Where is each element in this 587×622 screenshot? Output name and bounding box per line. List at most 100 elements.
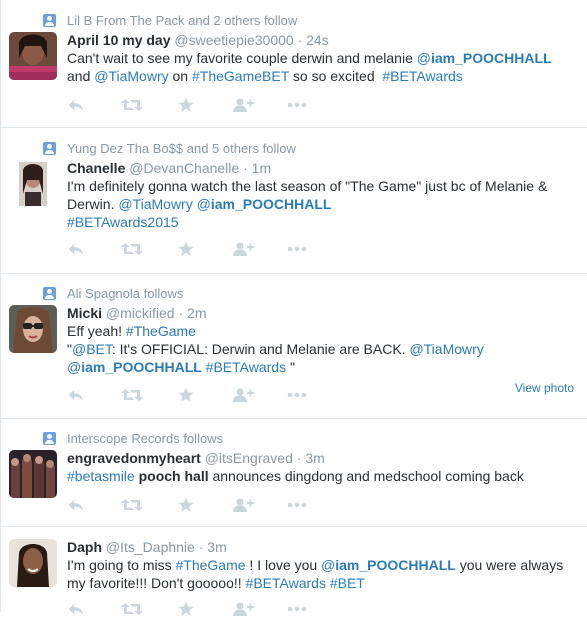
display-name[interactable]: April 10 my day xyxy=(67,32,171,48)
retweet-icon[interactable] xyxy=(121,387,145,403)
separator: · xyxy=(296,450,302,466)
text-span: Derwin. xyxy=(67,196,119,212)
username[interactable]: @sweetiepie30000 xyxy=(174,32,293,48)
timestamp[interactable]: 3m xyxy=(207,539,226,555)
tweet-body: engravedonmyheart @itsEngraved · 3m #bet… xyxy=(67,449,582,485)
tweet-4[interactable]: Interscope Records follows engravedonmyh… xyxy=(1,419,587,527)
tweet-2[interactable]: Yung Dez Tha Bo$$ and 5 others follow Ch… xyxy=(1,128,587,274)
follow-icon[interactable] xyxy=(232,97,256,113)
favorite-icon[interactable] xyxy=(178,241,202,257)
avatar[interactable] xyxy=(9,450,57,498)
retweet-icon[interactable] xyxy=(121,497,145,513)
avatar-image xyxy=(9,450,57,498)
tweet-body: Daph @Its_Daphnie · 3m I'm going to miss… xyxy=(67,538,582,592)
tweet-text-line: #BETAwards2015 xyxy=(67,213,582,231)
hashtag-link[interactable]: #TheGame xyxy=(176,557,246,573)
retweet-icon[interactable] xyxy=(121,601,145,617)
display-name[interactable]: Chanelle xyxy=(67,160,125,176)
mention-name: iam_POOCHHALL xyxy=(335,557,456,573)
follow-icon[interactable] xyxy=(232,601,256,617)
hashtag-link[interactable]: #BET xyxy=(330,575,365,591)
avatar[interactable] xyxy=(9,305,57,353)
tweet-body: Chanelle @DevanChanelle · 1m I'm definit… xyxy=(67,159,582,231)
follow-context: Lil B From The Pack and 2 others follow xyxy=(43,13,297,29)
follow-context-text: Lil B From The Pack and 2 others follow xyxy=(67,13,298,28)
tweet-header: Chanelle @DevanChanelle · 1m xyxy=(67,159,582,177)
hashtag-link[interactable]: #BETAwards2015 xyxy=(67,214,179,230)
hashtag-link[interactable]: #betasmile xyxy=(67,468,135,484)
tweet-text-line: Can't wait to see my favorite couple der… xyxy=(67,49,582,67)
tweet-text: Eff yeah! #TheGame "@BET: It's OFFICIAL:… xyxy=(67,322,582,376)
mention-link[interactable]: @TiaMowry xyxy=(409,341,483,357)
timestamp[interactable]: 24s xyxy=(306,32,329,48)
username[interactable]: @Its_Daphnie xyxy=(106,539,195,555)
mention-link[interactable]: @TiaMowry xyxy=(118,196,192,212)
favorite-icon[interactable] xyxy=(178,387,202,403)
reply-icon[interactable] xyxy=(67,601,91,617)
mention-link[interactable]: @TiaMowry xyxy=(94,68,168,84)
mention-at: @ xyxy=(416,50,431,66)
username[interactable]: @mickified xyxy=(106,305,175,321)
person-icon xyxy=(43,287,56,300)
follow-icon[interactable] xyxy=(232,497,256,513)
tweet-text: Can't wait to see my favorite couple der… xyxy=(67,49,582,85)
text-span: ! I love you xyxy=(245,557,322,573)
tweet-1[interactable]: Lil B From The Pack and 2 others follow … xyxy=(1,0,587,128)
display-name[interactable]: Daph xyxy=(67,539,102,555)
mention-link[interactable]: @iam_POOCHHALL xyxy=(417,50,552,66)
text-span: you were always xyxy=(455,557,564,573)
username[interactable]: @itsEngraved xyxy=(205,450,293,466)
reply-icon[interactable] xyxy=(67,97,91,113)
tweet-3[interactable]: Ali Spagnola follows Micki @mickified · … xyxy=(1,274,587,419)
hashtag-link[interactable]: #TheGameBET xyxy=(192,68,289,84)
display-name[interactable]: Micki xyxy=(67,305,102,321)
timestamp[interactable]: 2m xyxy=(187,305,206,321)
display-name[interactable]: engravedonmyheart xyxy=(67,450,201,466)
reply-icon[interactable] xyxy=(67,387,91,403)
more-icon[interactable] xyxy=(287,392,311,408)
tweet-header: April 10 my day @sweetiepie30000 · 24s xyxy=(67,31,582,49)
retweet-icon[interactable] xyxy=(121,241,145,257)
hashtag-link[interactable]: #BETAwards xyxy=(206,359,286,375)
tweet-header: engravedonmyheart @itsEngraved · 3m xyxy=(67,449,582,467)
separator: · xyxy=(297,32,303,48)
retweet-icon[interactable] xyxy=(121,97,145,113)
follow-icon[interactable] xyxy=(232,241,256,257)
follow-context-text: Ali Spagnola follows xyxy=(67,286,184,301)
text-span: so so excited xyxy=(289,68,383,84)
mention-name: iam_POOCHHALL xyxy=(81,359,202,375)
hashtag-link[interactable]: #BETAwards xyxy=(382,68,462,84)
favorite-icon[interactable] xyxy=(178,97,202,113)
follow-context: Ali Spagnola follows xyxy=(43,286,183,302)
more-icon[interactable] xyxy=(287,502,311,518)
favorite-icon[interactable] xyxy=(178,497,202,513)
avatar[interactable] xyxy=(9,160,57,208)
mention-link[interactable]: @iam_POOCHHALL xyxy=(67,359,202,375)
hashtag-link[interactable]: #TheGame xyxy=(126,323,196,339)
text-span: announces dingdong and medschool coming … xyxy=(208,468,524,484)
avatar[interactable] xyxy=(9,539,57,587)
favorite-icon[interactable] xyxy=(178,601,202,617)
text-span: Can't wait to see my favorite couple der… xyxy=(67,50,417,66)
tweet-5[interactable]: Daph @Its_Daphnie · 3m I'm going to miss… xyxy=(1,527,587,612)
follow-context-text: Interscope Records follows xyxy=(67,431,224,446)
follow-icon[interactable] xyxy=(232,387,256,403)
hashtag-link[interactable]: #BETAwards xyxy=(246,575,326,591)
mention-link[interactable]: @BET xyxy=(72,341,112,357)
timestamp[interactable]: 1m xyxy=(252,160,271,176)
view-photo-link[interactable]: View photo xyxy=(515,381,574,395)
mention-link[interactable]: @iam_POOCHHALL xyxy=(197,196,332,212)
username[interactable]: @DevanChanelle xyxy=(129,160,239,176)
mention-link[interactable]: @iam_POOCHHALL xyxy=(321,557,456,573)
more-icon[interactable] xyxy=(287,606,311,622)
timestamp[interactable]: 3m xyxy=(305,450,324,466)
more-icon[interactable] xyxy=(287,246,311,262)
text-span: Eff yeah! xyxy=(67,323,126,339)
reply-icon[interactable] xyxy=(67,241,91,257)
reply-icon[interactable] xyxy=(67,497,91,513)
timeline: Lil B From The Pack and 2 others follow … xyxy=(0,0,587,612)
mention-at: @ xyxy=(196,196,211,212)
more-icon[interactable] xyxy=(287,102,311,118)
separator: · xyxy=(178,305,184,321)
avatar[interactable] xyxy=(9,32,57,80)
